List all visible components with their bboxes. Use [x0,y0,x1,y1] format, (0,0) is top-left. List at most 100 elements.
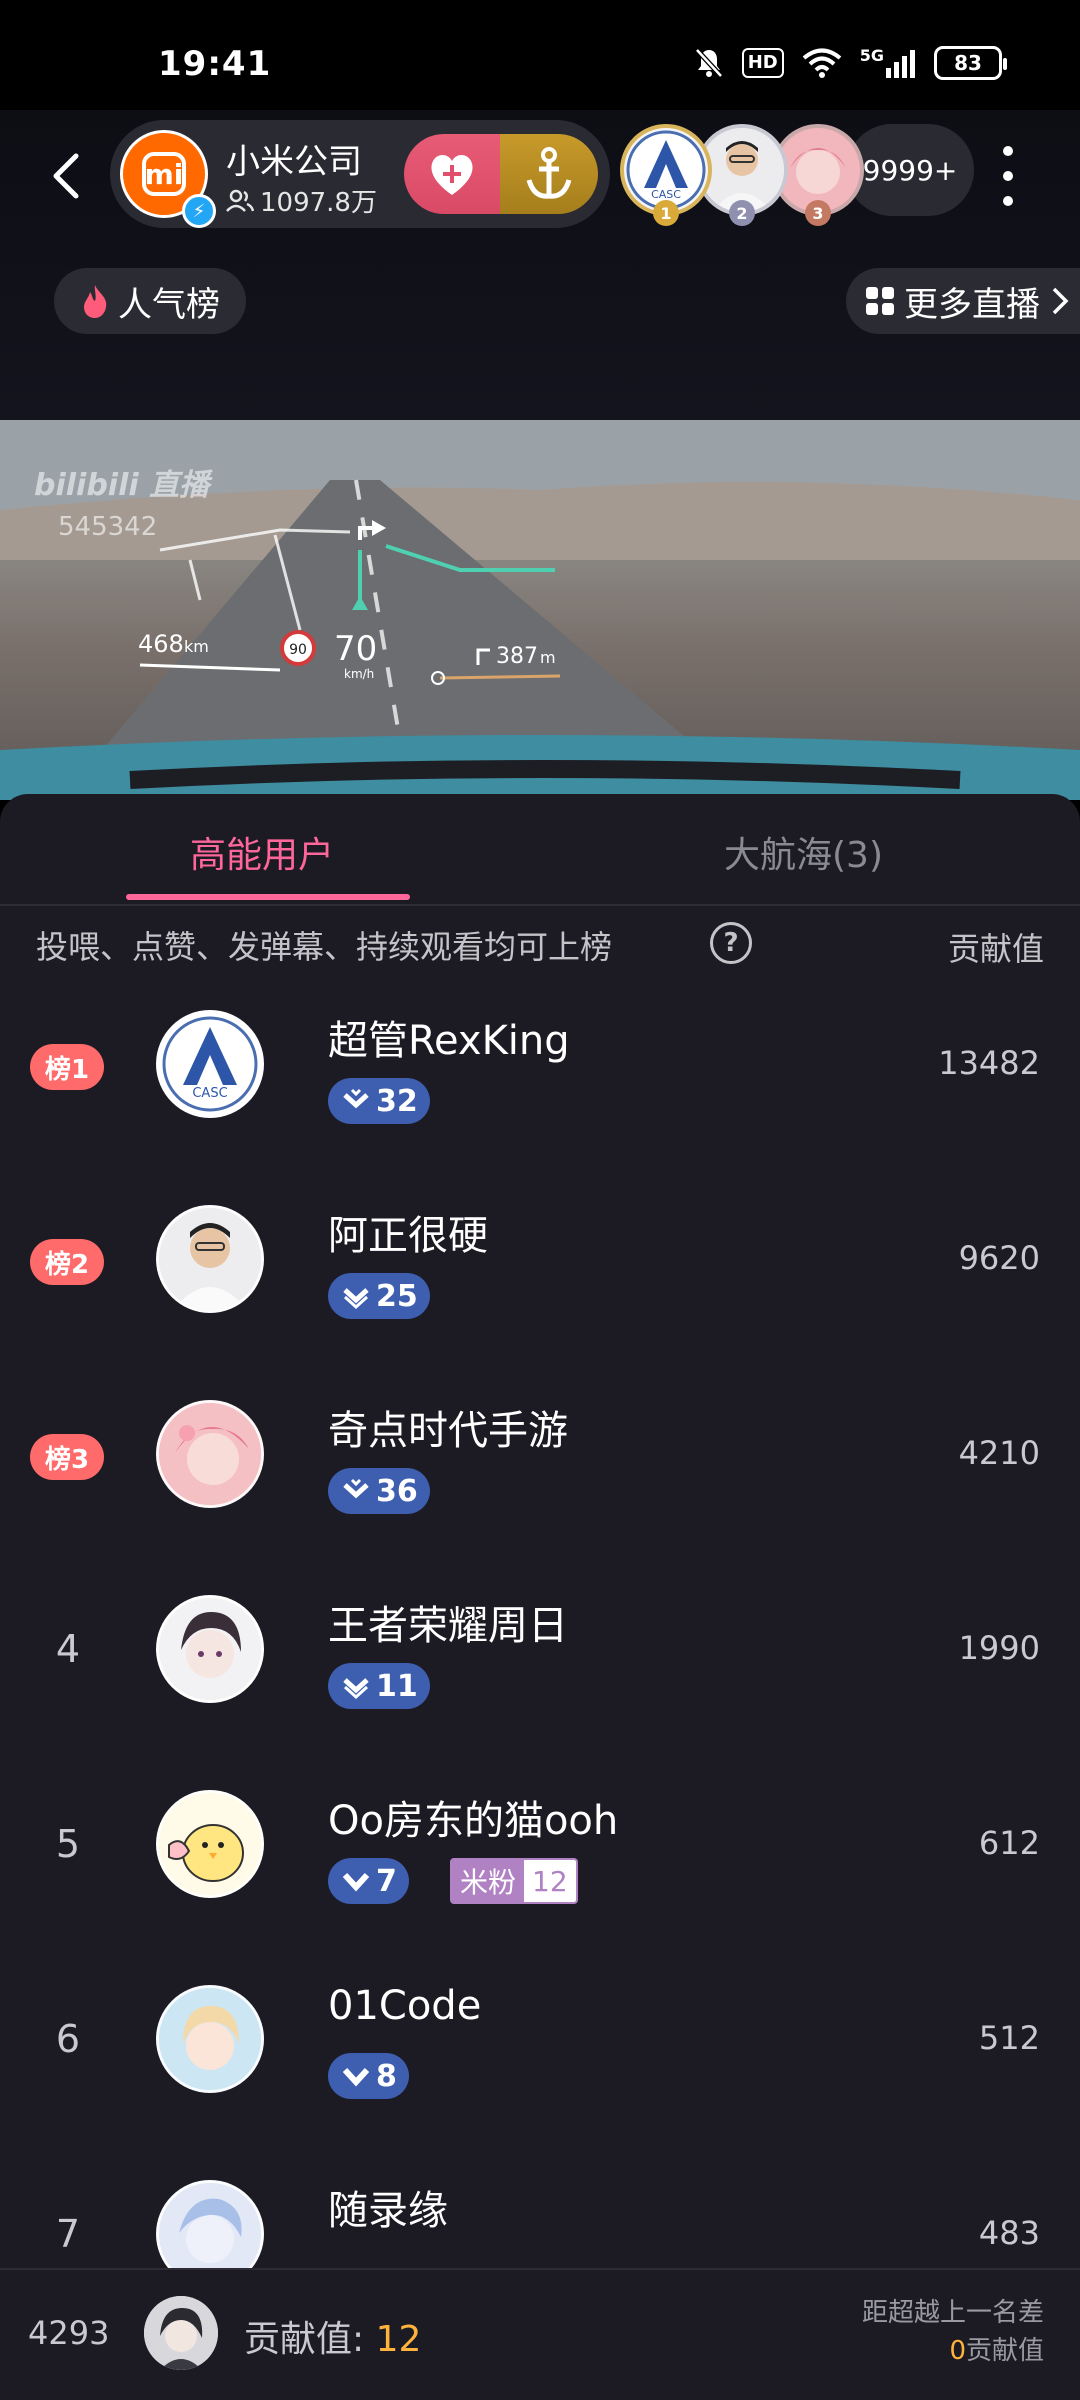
chevron-right-icon [1052,287,1069,315]
ranking-row[interactable]: 4 王者荣耀周日 11 1990 [0,1575,1080,1770]
user-name: Oo房东的猫ooh [328,1798,619,1844]
flame-icon [84,285,107,318]
more-options-icon[interactable] [1000,146,1016,206]
hud-turn-distance: 387 [496,644,538,669]
more-live-label: 更多直播 [904,284,1040,325]
user-avatar[interactable]: CASC [156,1010,264,1118]
top-rank-1: 1 [653,200,679,226]
rank-badge: 榜3 [30,1434,104,1480]
my-rank: 4293 [28,2314,110,2352]
viewer-count[interactable]: 9999+ [846,124,974,216]
user-avatar[interactable] [156,1400,264,1508]
back-button[interactable] [44,146,88,206]
user-level-badge: 36 [328,1468,430,1514]
contribution-value: 483 [978,2214,1040,2252]
anime-avatar-icon [159,1988,261,2090]
battery-level: 83 [954,51,982,75]
rank-number: 4 [55,1627,81,1671]
battery-icon: 83 [934,46,1007,80]
level-chevron-icon [343,1678,369,1700]
ranking-list: 榜1 CASC 超管RexKing 32 13482 榜2 阿正很硬 25 96… [0,990,1080,2274]
user-avatar[interactable] [156,1790,264,1898]
user-level-badge: 25 [328,1273,430,1319]
user-level: 7 [376,1863,397,1899]
user-level-badge: 11 [328,1663,430,1709]
grid-icon [866,287,894,315]
user-name: 01Code [328,1983,482,2029]
gap-value: 0 [949,2336,966,2366]
rank-number: 6 [55,2017,81,2061]
heart-plus-icon [431,155,473,195]
user-level: 8 [376,2058,397,2094]
hud-turn-unit: m [540,648,556,667]
rank-badge: 榜2 [30,1239,104,1285]
my-contribution-label: 贡献值: [244,2319,376,2360]
user-level: 11 [376,1668,418,1704]
contribution-value: 4210 [958,1434,1040,1472]
anchor-name: 小米公司 [226,142,362,182]
rule-text: 投喂、点赞、发弹幕、持续观看均可上榜 [36,928,613,966]
user-level-badge: 8 [328,2053,409,2099]
user-level: 25 [376,1278,418,1314]
contribution-value: 512 [978,2019,1040,2057]
anchor-icon [526,147,572,199]
fan-medal[interactable]: 米粉 12 [450,1858,578,1904]
user-level: 32 [376,1083,418,1119]
casc-logo-icon: CASC [162,1016,258,1112]
user-level: 36 [376,1473,418,1509]
my-contribution-value: 12 [375,2319,422,2360]
user-avatar[interactable] [156,1595,264,1703]
ranking-row[interactable]: 榜3 奇点时代手游 36 4210 [0,1380,1080,1575]
follow-button[interactable] [404,134,500,214]
guard-button[interactable] [500,134,598,214]
mute-bell-icon [694,46,724,80]
live-video[interactable]: 468 km 90 70 km/h 387 m bilibili 直播 5453… [0,420,1080,800]
followers-icon [226,189,254,212]
tab-voyage[interactable]: 大航海(3) [724,826,883,878]
level-chevron-icon [342,2067,370,2087]
anime-avatar-icon [159,1598,261,1700]
user-avatar[interactable] [156,1985,264,2093]
ranking-row[interactable]: 7 随录缘 483 [0,2160,1080,2274]
hud-left-distance: 468 [138,630,184,658]
anchor-fans: 1097.8万 [226,182,377,219]
rank-badge: 榜1 [30,1044,104,1090]
ranking-panel: 高能用户 大航海(3) 投喂、点赞、发弹幕、持续观看均可上榜 ? 贡献值 榜1 … [0,794,1080,2274]
ranking-row[interactable]: 5 Oo房东的猫ooh 7 米粉 12 612 [0,1770,1080,1965]
hud-speed-unit: km/h [344,667,374,681]
user-name: 随录缘 [328,2188,448,2234]
user-avatar[interactable] [156,2180,264,2274]
contribution-header: 贡献值 [947,930,1044,968]
status-icons: HD 5G 83 [694,46,1007,80]
ranking-row[interactable]: 榜1 CASC 超管RexKing 32 13482 [0,990,1080,1185]
hud-speed: 70 [334,629,377,669]
bilibili-watermark: bilibili 直播 [34,468,210,503]
ranking-row[interactable]: 6 01Code 8 512 [0,1965,1080,2160]
user-level-badge: 7 [328,1858,409,1904]
user-level-badge: 32 [328,1078,430,1124]
hot-rank-button[interactable]: 人气榜 [54,268,246,334]
my-contribution: 贡献值: 12 [244,2310,421,2362]
user-avatar[interactable] [156,1205,264,1313]
anchor-info-pill[interactable]: mi ⚡ 小米公司 1097.8万 [110,120,610,228]
level-chevron-icon [343,1288,369,1310]
help-icon[interactable]: ? [710,922,752,964]
status-time: 19:41 [158,44,272,84]
network-type-label: 5G [859,46,884,65]
user-name: 阿正很硬 [328,1213,488,1259]
chick-avatar-icon [159,1793,261,1895]
my-avatar[interactable] [144,2296,218,2370]
ranking-row[interactable]: 榜2 阿正很硬 25 9620 [0,1185,1080,1380]
user-name: 奇点时代手游 [328,1408,568,1454]
live-header: mi ⚡ 小米公司 1097.8万 CASC 1 2 3 9999+ 人气榜 更… [0,110,1080,420]
more-live-button[interactable]: 更多直播 [846,268,1080,334]
hud-left-unit: km [184,637,209,656]
contribution-value: 612 [978,1824,1040,1862]
level-chevron-icon [343,1088,369,1109]
top-rank-2: 2 [729,200,755,226]
contribution-value: 1990 [958,1629,1040,1667]
status-bar: 19:41 HD 5G 83 [0,0,1080,110]
tab-high-energy-users[interactable]: 高能用户 [190,826,334,878]
gap-line2: 0贡献值 [862,2332,1044,2370]
anchor-fans-count: 1097.8万 [260,188,377,218]
